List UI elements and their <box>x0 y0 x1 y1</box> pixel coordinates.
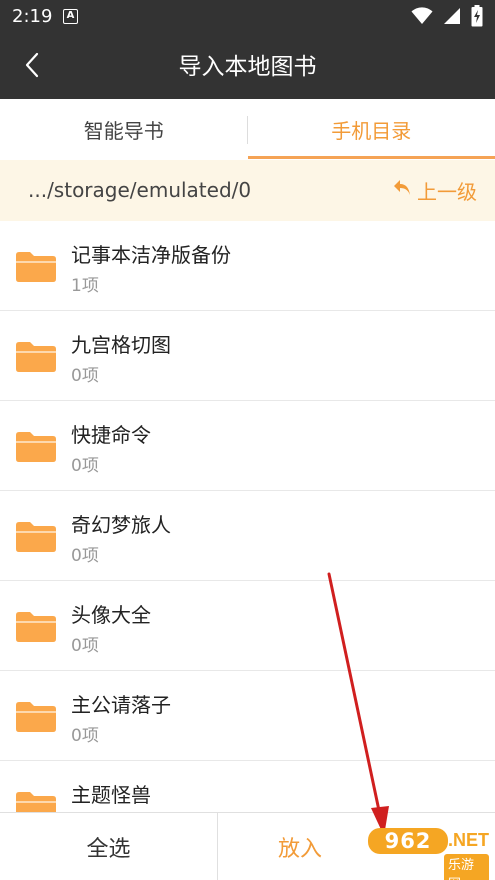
folder-icon <box>16 432 56 466</box>
cellular-signal-icon <box>443 7 461 29</box>
folder-item-count: 0项 <box>71 366 99 386</box>
return-arrow-icon <box>393 178 413 203</box>
parent-directory-button[interactable]: 上一级 <box>393 160 477 221</box>
folder-name: 九宫格切图 <box>71 333 171 357</box>
folder-icon <box>16 612 56 646</box>
site-watermark: 962 .NET 乐游网 <box>364 826 490 880</box>
tab-active-indicator <box>248 156 495 159</box>
list-item[interactable]: 快捷命令 0项 <box>0 401 495 491</box>
folder-item-count: 0项 <box>71 456 99 476</box>
folder-name: 记事本洁净版备份 <box>71 243 231 267</box>
watermark-logo: 962 <box>368 828 448 854</box>
battery-charging-icon <box>471 5 483 31</box>
status-icons <box>411 5 483 31</box>
path-bar: .../storage/emulated/0 上一级 <box>0 160 495 221</box>
folder-name: 主公请落子 <box>71 693 171 717</box>
status-time: 2:19 <box>12 6 53 27</box>
folder-item-count: 0项 <box>71 546 99 566</box>
list-item[interactable]: 记事本洁净版备份 1项 <box>0 221 495 311</box>
current-path: .../storage/emulated/0 <box>28 178 252 202</box>
tab-phone-directory[interactable]: 手机目录 <box>248 99 495 160</box>
list-item[interactable]: 主题怪兽 <box>0 761 495 812</box>
app-bar: 导入本地图书 <box>0 35 495 99</box>
folder-icon <box>16 702 56 736</box>
tab-divider <box>247 116 248 144</box>
file-list: 记事本洁净版备份 1项 九宫格切图 0项 快捷命令 0项 奇幻梦旅人 0项 头像… <box>0 221 495 812</box>
a-letter-icon: A <box>63 9 78 24</box>
list-item[interactable]: 奇幻梦旅人 0项 <box>0 491 495 581</box>
parent-directory-label: 上一级 <box>417 180 477 204</box>
folder-icon <box>16 252 56 286</box>
folder-name: 主题怪兽 <box>71 783 151 807</box>
folder-item-count: 0项 <box>71 726 99 746</box>
list-item[interactable]: 九宫格切图 0项 <box>0 311 495 401</box>
folder-icon <box>16 522 56 556</box>
list-item[interactable]: 头像大全 0项 <box>0 581 495 671</box>
watermark-subtitle: 乐游网 <box>444 854 489 880</box>
folder-item-count: 0项 <box>71 636 99 656</box>
list-item[interactable]: 主公请落子 0项 <box>0 671 495 761</box>
page-title: 导入本地图书 <box>178 54 317 80</box>
folder-item-count: 1项 <box>71 276 99 296</box>
watermark-domain: .NET <box>448 830 490 850</box>
tab-smart-import[interactable]: 智能导书 <box>0 99 248 160</box>
select-all-button[interactable]: 全选 <box>0 813 218 880</box>
wifi-icon <box>411 7 433 29</box>
folder-name: 头像大全 <box>71 603 151 627</box>
folder-icon <box>16 342 56 376</box>
folder-name: 奇幻梦旅人 <box>71 513 171 537</box>
folder-name: 快捷命令 <box>71 423 151 447</box>
folder-icon <box>16 792 56 812</box>
status-bar: 2:19 A <box>0 0 495 35</box>
